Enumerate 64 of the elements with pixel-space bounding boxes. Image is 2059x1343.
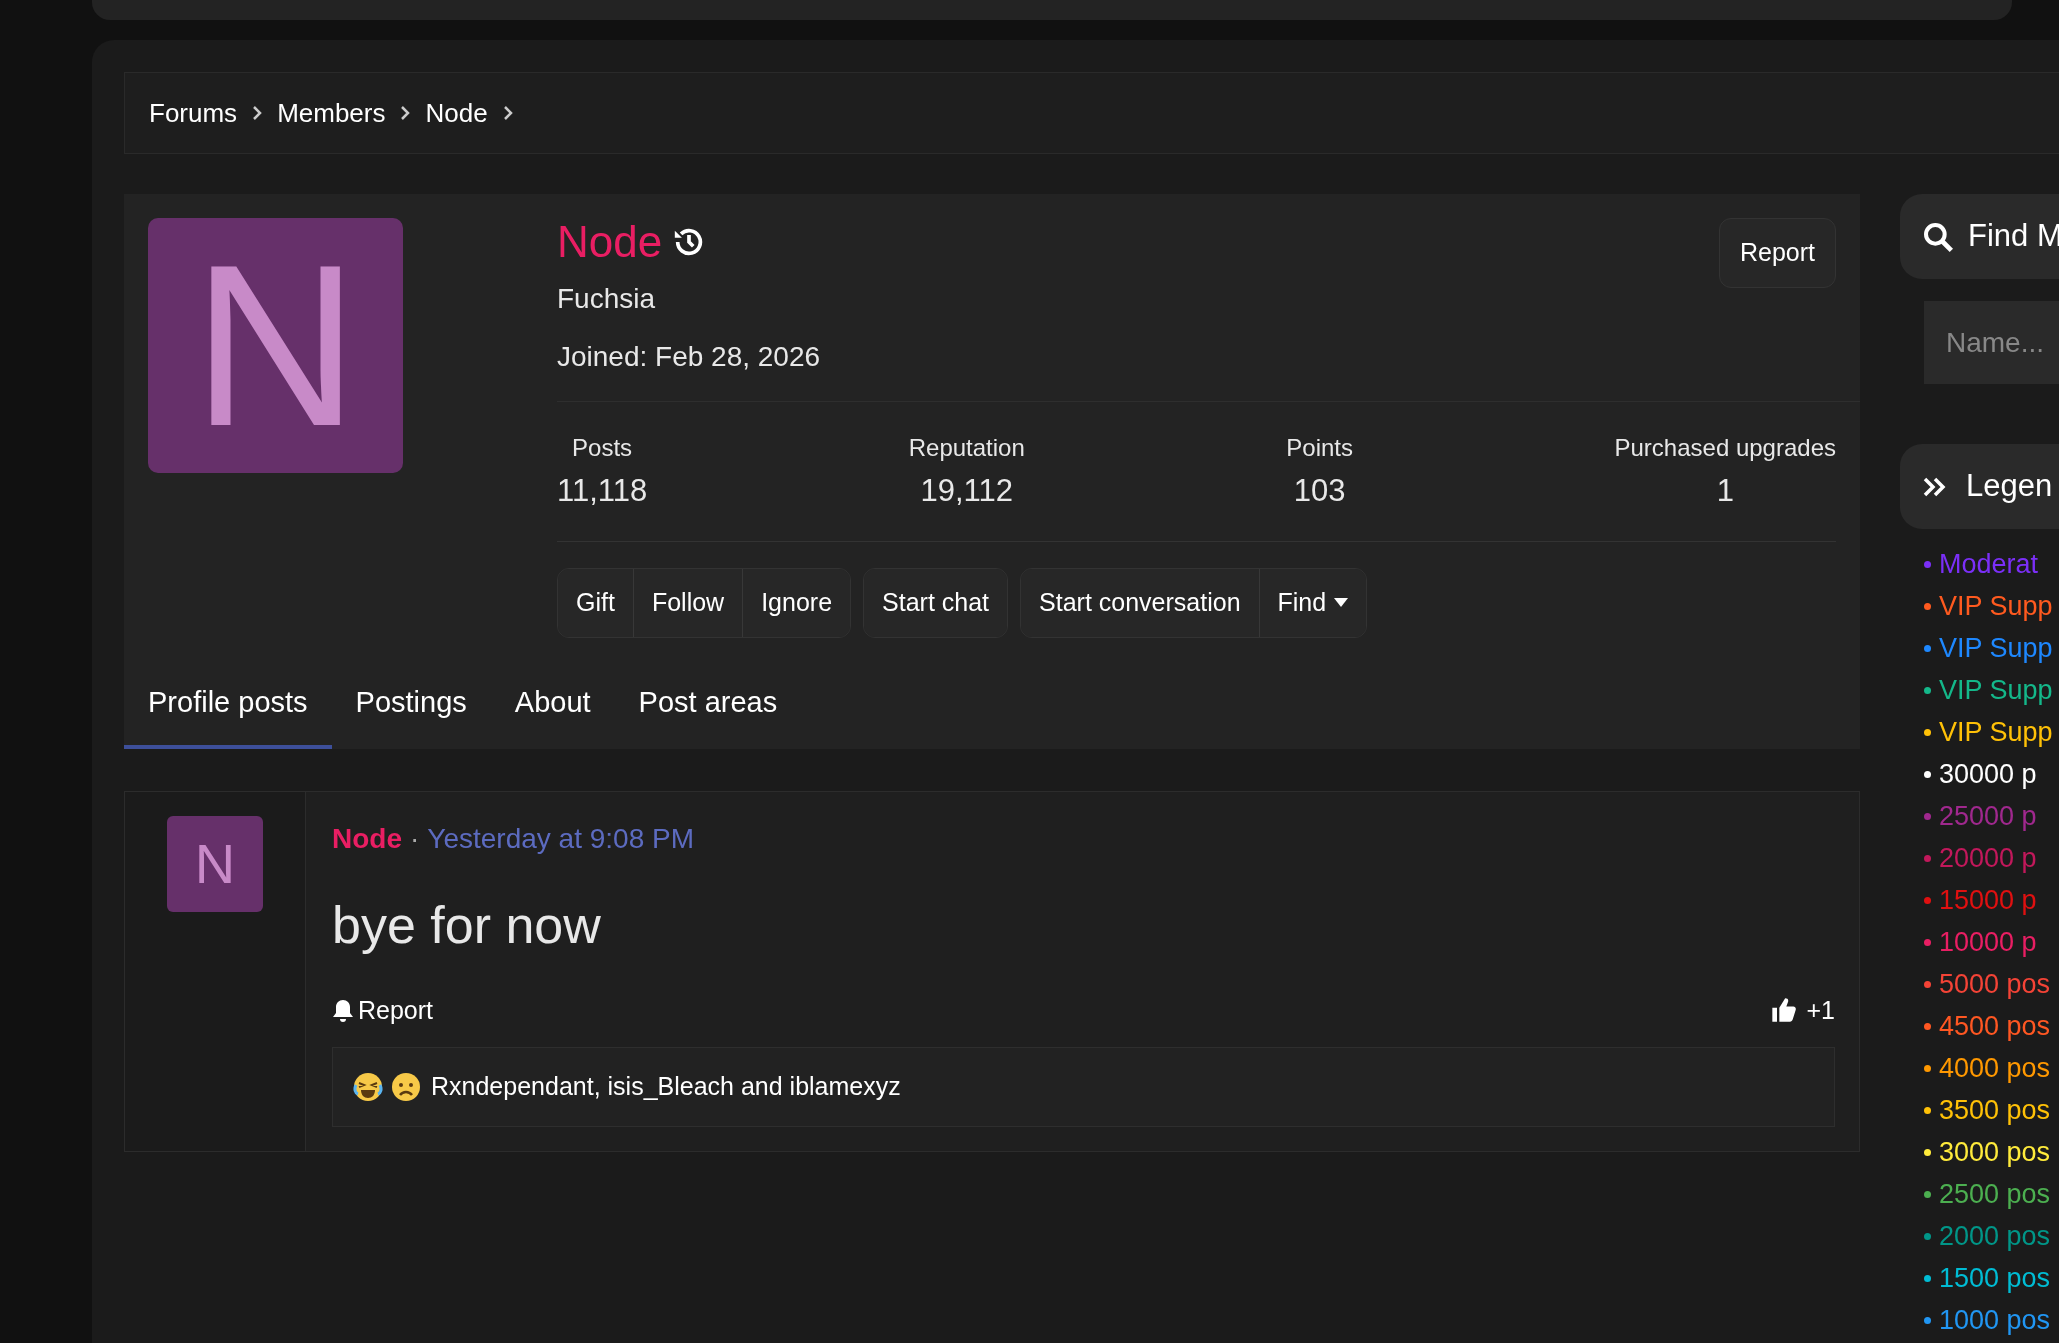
stat-label: Points <box>1286 433 1353 463</box>
reactions-list: Rxndependant, isis_Bleach and iblamexyz <box>431 1068 901 1106</box>
chevron-icon <box>501 105 514 121</box>
chevron-icon <box>399 105 412 121</box>
stat-label: Reputation <box>908 433 1025 463</box>
legend-label: 3000 pos <box>1939 1136 2051 1168</box>
legend-label: VIP Supp <box>1939 590 2053 622</box>
legend-label: VIP Supp <box>1939 716 2053 748</box>
legend-label: VIP Supp <box>1939 632 2053 664</box>
action-button[interactable]: Gift <box>558 568 633 637</box>
legend-label: VIP Supp <box>1939 674 2053 706</box>
thumbs-up-icon <box>1770 996 1799 1025</box>
profile-tab[interactable]: Postings <box>331 661 491 749</box>
legend-label: 15000 p <box>1939 884 2037 916</box>
search-icon <box>1922 220 1954 253</box>
user-title: Fuchsia <box>557 282 657 316</box>
laughing-emoji-icon <box>353 1072 383 1102</box>
legend-label: 20000 p <box>1939 842 2037 874</box>
report-link[interactable]: Report <box>332 991 434 1029</box>
post-author[interactable]: Node <box>332 817 402 860</box>
profile-name: Node <box>557 216 663 268</box>
sad-emoji-icon <box>391 1072 421 1102</box>
stat-value: 11,118 <box>557 472 648 510</box>
legend-label: 2000 pos <box>1939 1220 2051 1252</box>
stat-label: Purchased upgrades <box>1614 433 1836 463</box>
action-button[interactable]: Follow <box>632 568 743 637</box>
legend-label: 10000 p <box>1939 926 2037 958</box>
action-button[interactable]: Start conversation <box>1021 568 1259 637</box>
legend-label: 4000 pos <box>1939 1052 2051 1084</box>
profile-tab[interactable]: Profile posts <box>124 661 332 749</box>
legend-label: 25000 p <box>1939 800 2037 832</box>
legend-label: 2500 pos <box>1939 1178 2051 1210</box>
bell-icon <box>332 998 354 1023</box>
chevron-icon <box>251 105 264 121</box>
legend-label: 4500 pos <box>1939 1010 2051 1042</box>
separator-dot: · <box>410 821 420 856</box>
profile-tab[interactable]: About <box>490 661 615 749</box>
profile-tab[interactable]: Post areas <box>614 661 802 749</box>
stat-label: Posts <box>572 433 633 463</box>
breadcrumb-link[interactable]: Node <box>425 93 488 133</box>
double-chevron-icon <box>1922 475 1948 498</box>
legend-label: 1000 pos <box>1939 1304 2051 1336</box>
caret-icon <box>1334 598 1349 607</box>
name-input[interactable]: Name... <box>1924 301 2059 384</box>
post-avatar: N <box>167 815 263 912</box>
joined-date: Joined: Feb 28, 2026 <box>557 340 821 374</box>
breadcrumb-link[interactable]: Forums <box>149 93 238 133</box>
action-button[interactable]: Find <box>1258 568 1367 637</box>
action-button[interactable]: Ignore <box>742 568 851 637</box>
like-link[interactable]: +1 <box>1770 991 1835 1029</box>
breadcrumb-link[interactable]: Members <box>277 93 386 133</box>
legend-label: 3500 pos <box>1939 1094 2051 1126</box>
stat-value: 19,112 <box>920 472 1013 510</box>
report-button[interactable]: Report <box>1718 218 1836 288</box>
legend-label: 1500 pos <box>1939 1262 2051 1294</box>
legend-label: 5000 pos <box>1939 968 2051 1000</box>
legend-title: Legen <box>1966 467 2053 506</box>
legend-label: Moderat <box>1939 548 2039 580</box>
action-button[interactable]: Start chat <box>864 568 1008 637</box>
profile-avatar: N <box>148 218 403 473</box>
post-text: bye for now <box>332 894 602 956</box>
stat-value: 1 <box>1716 472 1734 510</box>
stat-value: 103 <box>1293 472 1346 510</box>
legend-label: 30000 p <box>1939 758 2037 790</box>
